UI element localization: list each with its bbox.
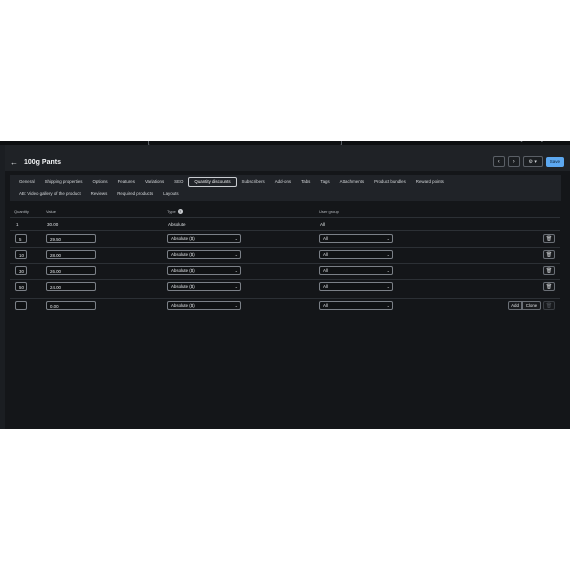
next-product-button[interactable]: › — [507, 156, 520, 167]
top-icons: ● ● — [520, 141, 552, 144]
trash-icon[interactable]: 🗑 — [543, 234, 555, 243]
user-group-value: All — [323, 236, 328, 241]
user-group-value: All — [323, 284, 328, 289]
chevron-down-icon: ⌄ — [234, 268, 238, 273]
type-select[interactable]: Absolute ($) ⌄ — [167, 250, 241, 259]
add-button[interactable]: Add — [508, 301, 522, 310]
user-group-select[interactable]: All ⌄ — [319, 266, 393, 275]
new-type-value: Absolute ($) — [171, 303, 195, 308]
user-group-value: All — [323, 252, 328, 257]
row-divider — [10, 247, 560, 248]
new-quantity-input[interactable] — [15, 301, 27, 310]
user-group-value: All — [323, 268, 328, 273]
help-circle-icon[interactable]: ? — [177, 209, 183, 214]
type-select[interactable]: Absolute ($) ⌄ — [167, 266, 241, 275]
header-type-label: Type — [167, 209, 176, 214]
trash-icon: 🗑 — [543, 301, 555, 310]
save-button[interactable]: Save — [545, 156, 564, 167]
user-group-select[interactable]: All ⌄ — [319, 234, 393, 243]
base-value: 30.00 — [47, 222, 59, 227]
trash-icon[interactable]: 🗑 — [543, 266, 555, 275]
left-sidebar-edge — [0, 145, 5, 429]
chevron-down-icon: ⌄ — [386, 268, 390, 273]
tab-row-1: General Shipping properties Options Feature… — [14, 177, 449, 187]
type-value: Absolute ($) — [171, 236, 195, 241]
type-value: Absolute ($) — [171, 268, 195, 273]
chevron-down-icon: ⌄ — [386, 236, 390, 241]
type-value: Absolute ($) — [171, 284, 195, 289]
type-select[interactable]: Absolute ($) ⌄ — [167, 234, 241, 243]
trash-icon[interactable]: 🗑 — [543, 250, 555, 259]
chevron-down-icon: ⌄ — [234, 236, 238, 241]
header-value: Value — [46, 209, 56, 214]
row-divider — [10, 230, 560, 231]
tab-variations[interactable]: Variations — [140, 178, 169, 186]
new-type-select[interactable]: Absolute ($) ⌄ — [167, 301, 241, 310]
chevron-down-icon: ⌄ — [234, 252, 238, 257]
tab-reward-points[interactable]: Reward points — [411, 178, 449, 186]
chevron-down-icon: ⌄ — [386, 303, 390, 308]
row-divider — [10, 263, 560, 264]
header-user-group: User group — [319, 209, 339, 214]
chevron-down-icon: ⌄ — [386, 284, 390, 289]
new-value-input[interactable]: 0.00 — [46, 301, 96, 310]
tab-subscribers[interactable]: Subscribers — [237, 178, 270, 186]
tab-row-2: AB: Video gallery of the product Reviews R… — [14, 190, 184, 198]
user-group-select[interactable]: All ⌄ — [319, 250, 393, 259]
value-input[interactable]: 24.00 — [46, 282, 96, 291]
tab-shipping-properties[interactable]: Shipping properties — [40, 178, 88, 186]
tab-tabs[interactable]: Tabs — [296, 178, 315, 186]
value-input[interactable]: 28.00 — [46, 250, 96, 259]
page-title: 100g Pants — [24, 159, 61, 166]
type-value: Absolute ($) — [171, 252, 195, 257]
gear-icon[interactable]: ⚙ ▾ — [522, 156, 543, 167]
user-group-select[interactable]: All ⌄ — [319, 282, 393, 291]
base-user-group: All — [320, 222, 326, 227]
base-type: Absolute — [168, 222, 186, 227]
admin-window: ● ● ← 100g Pants ‹ › ⚙ ▾ Save General Shi… — [0, 141, 570, 429]
base-quantity: 1 — [16, 222, 19, 227]
tab-tags[interactable]: Tags — [315, 178, 334, 186]
value-input[interactable]: 29.50 — [46, 234, 96, 243]
chevron-down-icon: ⌄ — [234, 284, 238, 289]
chevron-down-icon: ⌄ — [234, 303, 238, 308]
arrow-left-icon[interactable]: ← — [10, 158, 18, 167]
quantity-input[interactable]: 30 — [15, 266, 27, 275]
header-divider — [10, 217, 560, 218]
tab-required-products[interactable]: Required products — [112, 190, 158, 198]
quantity-input[interactable]: 5 — [15, 234, 27, 243]
trash-icon[interactable]: 🗑 — [543, 282, 555, 291]
value-input[interactable]: 26.00 — [46, 266, 96, 275]
tab-layouts[interactable]: Layouts — [158, 190, 183, 198]
tab-attachments[interactable]: Attachments — [335, 178, 369, 186]
type-select[interactable]: Absolute ($) ⌄ — [167, 282, 241, 291]
tab-seo[interactable]: SEO — [169, 178, 188, 186]
header-type: Type? — [167, 209, 183, 214]
chevron-down-icon: ⌄ — [386, 252, 390, 257]
tab-ab-video-gallery-of-the-product[interactable]: AB: Video gallery of the product — [14, 190, 86, 198]
quantity-input[interactable]: 50 — [15, 282, 27, 291]
header-quantity: Quantity — [14, 209, 29, 214]
tab-add-ons[interactable]: Add-ons — [270, 178, 296, 186]
row-divider — [10, 279, 560, 280]
tab-bar: General Shipping properties Options Feature… — [10, 175, 561, 201]
tab-options[interactable]: Options — [87, 178, 112, 186]
tab-quantity-discounts[interactable]: Quantity discounts — [188, 177, 237, 187]
tab-reviews[interactable]: Reviews — [86, 190, 113, 198]
prev-product-button[interactable]: ‹ — [492, 156, 505, 167]
quantity-input[interactable]: 10 — [15, 250, 27, 259]
new-user-group-value: All — [323, 303, 328, 308]
new-user-group-select[interactable]: All ⌄ — [319, 301, 393, 310]
row-divider — [10, 298, 560, 299]
tab-general[interactable]: General — [14, 178, 40, 186]
page-header: ← 100g Pants ‹ › ⚙ ▾ Save — [5, 145, 570, 171]
clone-button[interactable]: Clone — [522, 301, 541, 310]
tab-features[interactable]: Features — [113, 178, 140, 186]
tab-product-bundles[interactable]: Product bundles — [369, 178, 411, 186]
